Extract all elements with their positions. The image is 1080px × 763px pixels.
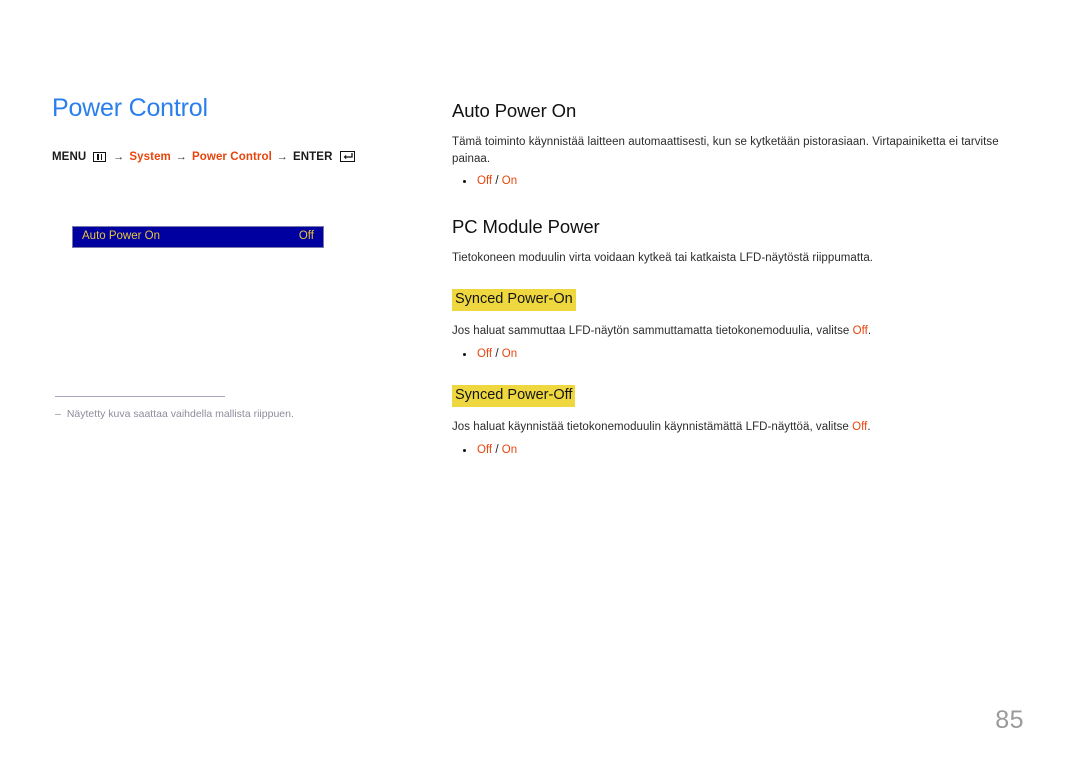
option-value-on: On: [501, 443, 518, 456]
subsection-heading-highlight: Synced Power-Off: [452, 384, 576, 408]
subsection-body-accent: Off: [852, 324, 868, 337]
footnote-block: ‒ Näytetty kuva saattaa vaihdella mallis…: [55, 396, 385, 421]
right-column: Auto Power On Tämä toiminto käynnistää l…: [452, 99, 1022, 459]
option-value-off: Off: [477, 347, 493, 360]
section-body-auto-power-on: Tämä toiminto käynnistää laitteen automa…: [452, 136, 999, 165]
left-column: Power Control MENU → System → Power Cont…: [52, 94, 412, 163]
subsection-body-tail: .: [867, 421, 871, 434]
breadcrumb-enter-label: ENTER: [293, 150, 333, 163]
breadcrumb-step-system: System: [129, 150, 171, 163]
subsection-body-text: Jos haluat sammuttaa LFD-näytön sammutta…: [452, 324, 853, 337]
footnote-item: ‒ Näytetty kuva saattaa vaihdella mallis…: [55, 407, 385, 421]
breadcrumb-step-power-control: Power Control: [192, 150, 272, 163]
footnote-dash: ‒: [55, 408, 61, 420]
section-heading-pc-module-power: PC Module Power: [452, 215, 600, 237]
breadcrumb-arrow-2: →: [175, 150, 187, 163]
subsection-body-text: Jos haluat käynnistää tietokonemoduulin …: [452, 421, 853, 434]
option-item[interactable]: Off / On: [452, 346, 1022, 363]
subsection-heading-synced-power-on: Synced Power-On: [452, 288, 1022, 311]
footnote-text: Näytetty kuva saattaa vaihdella mallista…: [66, 408, 294, 420]
page-number: 85: [995, 706, 1024, 734]
subsection-heading-highlight: Synced Power-On: [452, 288, 576, 311]
breadcrumb-menu-label: MENU: [52, 150, 87, 163]
option-item[interactable]: Off / On: [452, 442, 1022, 459]
osd-row-label: Auto Power On: [82, 230, 160, 243]
section-body-pc-module-power: Tietokoneen moduulin virta voidaan kytke…: [452, 251, 874, 264]
option-list-synced-power-off: Off / On: [452, 442, 1022, 459]
osd-menu-row-auto-power-on[interactable]: Auto Power On Off: [72, 226, 324, 248]
subsection-body-accent: Off: [852, 421, 868, 434]
option-list-auto-power-on: Off / On: [452, 173, 1022, 190]
subsection-body-tail: .: [867, 324, 872, 337]
breadcrumb-arrow-3: →: [276, 150, 288, 163]
option-value-off: Off: [477, 175, 493, 188]
menu-breadcrumb: MENU → System → Power Control → ENTER: [52, 151, 412, 163]
osd-row-value: Off: [298, 230, 314, 243]
option-value-on: On: [501, 347, 518, 360]
enter-key-icon: [340, 151, 356, 162]
option-value-off: Off: [477, 443, 493, 456]
subsection-body-synced-power-off: Jos haluat käynnistää tietokonemoduulin …: [452, 419, 1022, 436]
page-title: Power Control: [52, 94, 208, 122]
option-separator: /: [495, 347, 499, 360]
menu-grid-icon: [93, 151, 107, 162]
option-item[interactable]: Off / On: [452, 173, 1022, 190]
subsection-heading-synced-power-off: Synced Power-Off: [452, 384, 1022, 408]
section-heading-auto-power-on: Auto Power On: [452, 100, 577, 121]
option-value-on: On: [501, 175, 518, 188]
option-list-synced-power-on: Off / On: [452, 346, 1022, 363]
option-separator: /: [495, 443, 499, 456]
manual-page: Power Control MENU → System → Power Cont…: [0, 0, 1080, 763]
subsection-body-synced-power-on: Jos haluat sammuttaa LFD-näytön sammutta…: [452, 323, 1022, 340]
breadcrumb-arrow-1: →: [113, 150, 125, 163]
footnote-divider: [55, 396, 225, 397]
option-separator: /: [495, 175, 499, 188]
